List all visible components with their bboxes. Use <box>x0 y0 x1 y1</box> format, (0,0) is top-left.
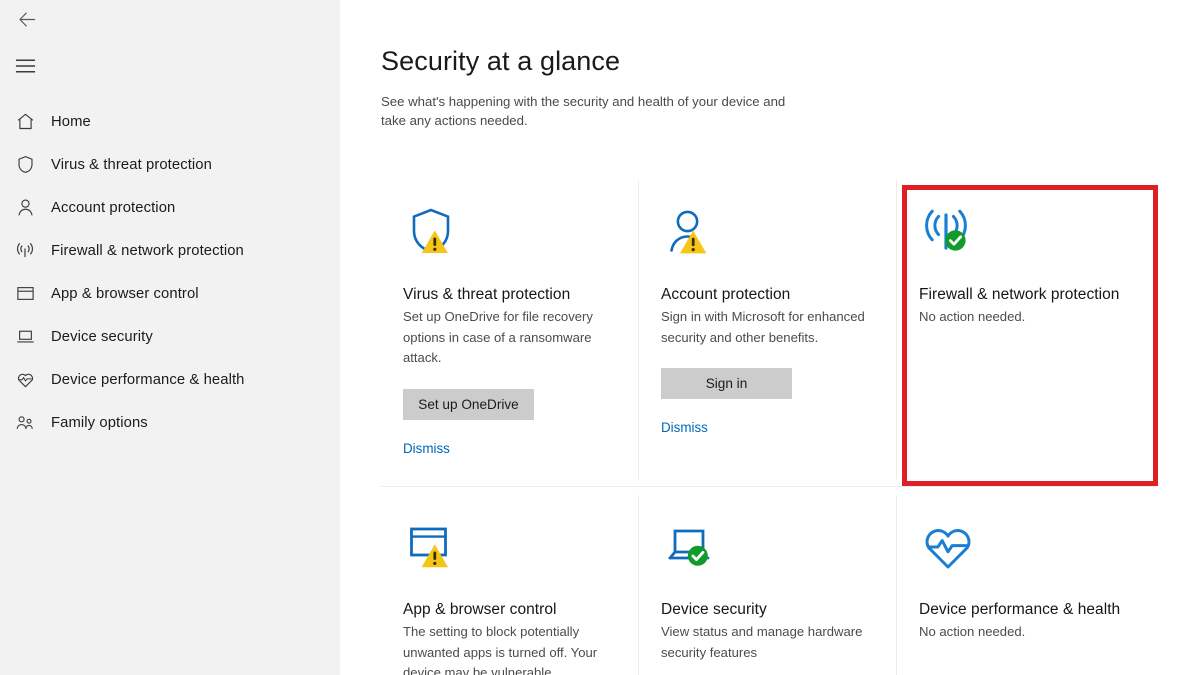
sidebar-item-account-protection[interactable]: Account protection <box>0 186 340 229</box>
card-description: View status and manage hardware security… <box>661 622 867 663</box>
laptop-icon <box>8 320 42 354</box>
card-description: No action needed. <box>919 307 1125 328</box>
back-button[interactable] <box>8 2 46 36</box>
card-description: No action needed. <box>919 622 1125 643</box>
dismiss-link[interactable]: Dismiss <box>661 420 708 435</box>
sidebar-item-label: Device security <box>51 329 153 345</box>
sidebar-item-label: App & browser control <box>51 286 199 302</box>
sidebar-item-label: Firewall & network protection <box>51 243 244 259</box>
card-description: Sign in with Microsoft for enhanced secu… <box>661 307 867 348</box>
set-up-onedrive-button[interactable]: Set up OneDrive <box>403 389 534 420</box>
card-app-browser-control[interactable]: App & browser control The setting to blo… <box>381 487 639 675</box>
dismiss-link[interactable]: Dismiss <box>403 441 450 456</box>
person-icon <box>8 191 42 225</box>
sidebar-nav-list: Home Virus & threat protection Acco <box>0 100 340 444</box>
card-device-security[interactable]: Device security View status and manage h… <box>639 487 897 675</box>
card-device-performance-health[interactable]: Device performance & health No action ne… <box>897 487 1155 675</box>
laptop-check-icon <box>661 519 719 577</box>
card-description: Set up OneDrive for file recovery option… <box>403 307 609 369</box>
wifi-check-icon <box>919 204 977 262</box>
sidebar-item-label: Virus & threat protection <box>51 157 212 173</box>
main-content: Security at a glance See what's happenin… <box>340 0 1200 675</box>
shield-icon <box>8 148 42 182</box>
sidebar-item-label: Family options <box>51 415 148 431</box>
hamburger-menu-button[interactable] <box>6 50 44 82</box>
sidebar-item-device-performance-health[interactable]: Device performance & health <box>0 358 340 401</box>
person-warning-icon <box>661 204 719 262</box>
sidebar-item-firewall-network-protection[interactable]: Firewall & network protection <box>0 229 340 272</box>
windows-security-window: Home Virus & threat protection Acco <box>0 0 1200 675</box>
window-warning-icon <box>403 519 461 577</box>
sidebar-item-label: Home <box>51 114 91 130</box>
sidebar-item-app-browser-control[interactable]: App & browser control <box>0 272 340 315</box>
sidebar-item-virus-threat-protection[interactable]: Virus & threat protection <box>0 143 340 186</box>
hamburger-menu-icon <box>15 58 36 74</box>
card-title: Firewall & network protection <box>919 284 1125 305</box>
sidebar-item-label: Account protection <box>51 200 175 216</box>
sign-in-button[interactable]: Sign in <box>661 368 792 399</box>
sidebar: Home Virus & threat protection Acco <box>0 0 340 675</box>
arrow-left-icon <box>16 8 39 31</box>
card-firewall-network-protection[interactable]: Firewall & network protection No action … <box>897 172 1155 487</box>
family-people-icon <box>8 406 42 440</box>
card-account-protection[interactable]: Account protection Sign in with Microsof… <box>639 172 897 487</box>
card-title: Device performance & health <box>919 599 1125 620</box>
sidebar-item-home[interactable]: Home <box>0 100 340 143</box>
wifi-signal-icon <box>8 234 42 268</box>
security-card-grid: Virus & threat protection Set up OneDriv… <box>381 172 1200 675</box>
window-icon <box>8 277 42 311</box>
card-title: Device security <box>661 599 867 620</box>
card-title: Account protection <box>661 284 867 305</box>
sidebar-item-label: Device performance & health <box>51 372 245 388</box>
heart-pulse-icon <box>8 363 42 397</box>
page-title: Security at a glance <box>381 46 1200 77</box>
sidebar-item-device-security[interactable]: Device security <box>0 315 340 358</box>
home-icon <box>8 105 42 139</box>
sidebar-item-family-options[interactable]: Family options <box>0 401 340 444</box>
card-description: The setting to block potentially unwante… <box>403 622 609 675</box>
heart-pulse-icon <box>919 519 977 577</box>
card-title: Virus & threat protection <box>403 284 609 305</box>
card-virus-threat-protection[interactable]: Virus & threat protection Set up OneDriv… <box>381 172 639 487</box>
shield-warning-icon <box>403 204 461 262</box>
page-subtitle: See what's happening with the security a… <box>381 92 801 130</box>
card-title: App & browser control <box>403 599 609 620</box>
